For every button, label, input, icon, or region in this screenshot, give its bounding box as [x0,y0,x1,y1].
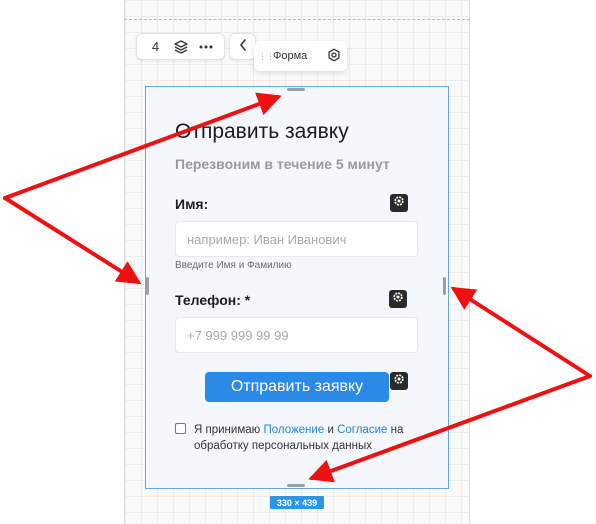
size-badge: 330 × 439 [270,496,324,509]
resize-handle-right[interactable] [443,277,446,295]
phone-field-settings-button[interactable] [389,290,407,308]
chevron-left-icon [239,38,247,56]
back-button[interactable] [229,33,256,60]
name-hint: Введите Имя и Фамилию [175,260,292,271]
name-input[interactable] [175,221,418,257]
policy-link[interactable]: Положение [263,424,324,436]
drag-handle-icon[interactable]: ⋮⋮ [258,52,275,61]
button-settings-button[interactable] [390,372,408,390]
more-horizontal-icon[interactable] [195,36,217,58]
name-label: Имя: [175,196,209,212]
resize-handle-left[interactable] [146,277,149,295]
gear-icon [392,290,404,308]
resize-handle-bottom[interactable] [287,484,305,487]
consent-and: и [327,424,334,436]
consent-checkbox[interactable] [175,423,186,434]
element-breadcrumb[interactable]: ⋮⋮ Форма [254,41,347,71]
layers-icon[interactable] [170,36,192,58]
submit-button[interactable]: Отправить заявку [205,372,389,402]
gear-icon [393,372,405,390]
gear-icon [393,194,405,212]
arrow-to-right-handle [450,286,592,378]
agreement-link[interactable]: Согласие [337,424,387,436]
consent-text: Я принимаю Положение и Согласие на обраб… [194,422,425,454]
form-title: Отправить заявку [175,120,349,143]
resize-handle-top[interactable] [287,88,305,91]
consent-block: Я принимаю Положение и Согласие на обраб… [175,422,425,454]
form-subtitle: Перезвоним в течение 5 минут [175,156,390,172]
phone-label: Телефон: * [175,292,251,308]
name-field-settings-button[interactable] [390,194,408,212]
breadcrumb-label: Форма [273,50,308,62]
guide-line [124,19,470,20]
element-toolbar: 4 [136,33,225,60]
layer-count[interactable]: 4 [145,36,167,58]
arrow-to-left-handle [3,196,142,285]
consent-prefix: Я принимаю [194,424,261,436]
settings-icon[interactable] [327,48,341,65]
phone-input[interactable] [175,317,418,353]
editor-stage: 4 ⋮⋮ Форма Отправить заявку Перезвоним в… [0,0,596,524]
